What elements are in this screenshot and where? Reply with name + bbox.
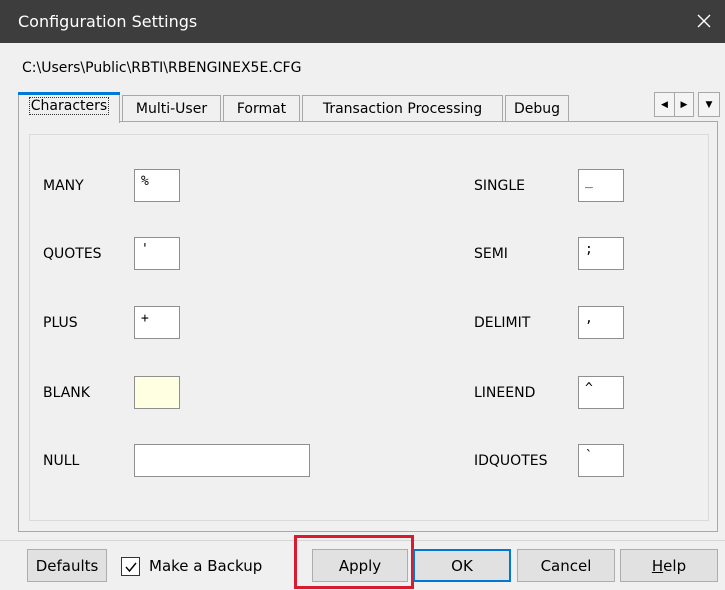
- blank-label: BLANK: [43, 385, 90, 401]
- tab-label: Characters: [28, 97, 110, 115]
- tab-characters[interactable]: Characters: [18, 92, 120, 123]
- make-backup-checkbox[interactable]: [121, 557, 140, 576]
- lineend-input[interactable]: ^: [578, 376, 624, 409]
- apply-button[interactable]: Apply: [312, 549, 408, 582]
- single-label: SINGLE: [474, 178, 525, 194]
- help-accelerator: H: [651, 556, 664, 575]
- semi-label: SEMI: [474, 246, 508, 262]
- tab-label: Transaction Processing: [322, 101, 483, 117]
- quotes-input[interactable]: ': [134, 237, 180, 270]
- cancel-button[interactable]: Cancel: [517, 549, 615, 582]
- lineend-label: LINEEND: [474, 385, 536, 401]
- defaults-button[interactable]: Defaults: [27, 549, 107, 582]
- tab-label: Format: [236, 101, 287, 117]
- help-button[interactable]: Help: [620, 549, 718, 582]
- scroll-left-icon[interactable]: ◀: [655, 93, 674, 116]
- help-label: elp: [663, 556, 687, 575]
- delimit-label: DELIMIT: [474, 315, 531, 331]
- checkmark-icon: [124, 562, 137, 572]
- tab-label: Multi-User: [135, 101, 208, 117]
- characters-group: MANY % QUOTES ' PLUS + BLANK NULL SINGLE…: [29, 134, 709, 521]
- config-file-path: C:\Users\Public\RBTI\RBENGINEX5E.CFG: [22, 60, 302, 76]
- semi-input[interactable]: ;: [578, 237, 624, 270]
- many-label: MANY: [43, 178, 84, 194]
- ok-button[interactable]: OK: [413, 549, 511, 582]
- quotes-label: QUOTES: [43, 246, 102, 262]
- chevron-down-icon[interactable]: ▼: [698, 92, 720, 117]
- single-input[interactable]: _: [578, 169, 624, 202]
- plus-label: PLUS: [43, 315, 78, 331]
- tab-label: Debug: [513, 101, 561, 117]
- footer-divider: [0, 540, 725, 541]
- delimit-input[interactable]: ,: [578, 306, 624, 339]
- tab-debug[interactable]: Debug: [505, 95, 569, 122]
- tab-format[interactable]: Format: [223, 95, 300, 122]
- tab-multi-user[interactable]: Multi-User: [122, 95, 221, 122]
- null-input[interactable]: [134, 444, 310, 477]
- null-label: NULL: [43, 453, 80, 469]
- idquotes-input[interactable]: `: [578, 444, 624, 477]
- tab-transaction-processing[interactable]: Transaction Processing: [302, 95, 503, 122]
- characters-panel: MANY % QUOTES ' PLUS + BLANK NULL SINGLE…: [18, 121, 718, 532]
- window-title: Configuration Settings: [18, 12, 198, 31]
- make-backup-label: Make a Backup: [149, 557, 263, 575]
- tab-scroll-buttons: ◀ ▶: [654, 92, 694, 117]
- title-bar: Configuration Settings: [0, 0, 725, 43]
- plus-input[interactable]: +: [134, 306, 180, 339]
- many-input[interactable]: %: [134, 169, 180, 202]
- blank-input[interactable]: [134, 376, 180, 409]
- close-icon[interactable]: [689, 6, 719, 36]
- idquotes-label: IDQUOTES: [474, 453, 548, 469]
- scroll-right-icon[interactable]: ▶: [674, 93, 693, 116]
